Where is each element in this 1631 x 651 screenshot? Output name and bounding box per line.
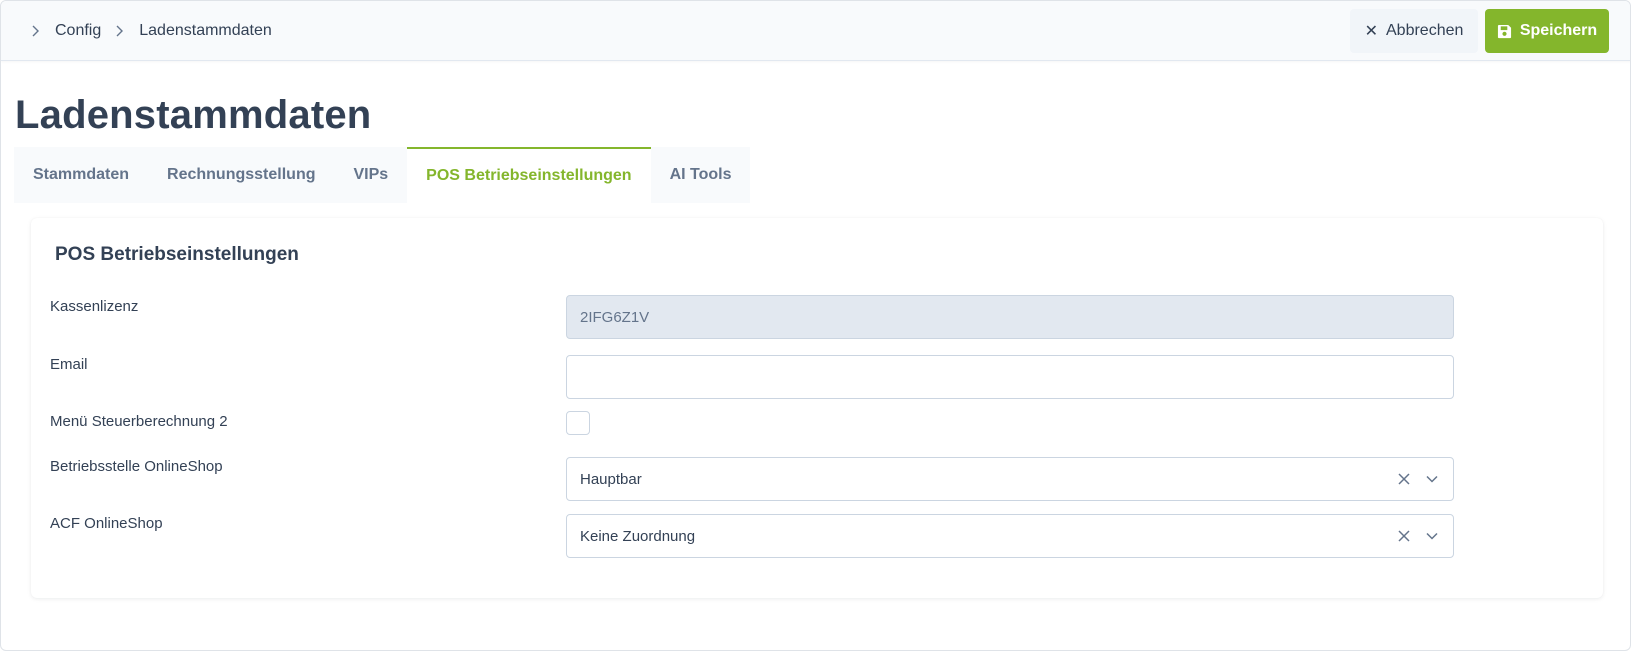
chevron-right-icon (29, 24, 43, 38)
chevron-down-icon[interactable] (1421, 525, 1443, 547)
breadcrumb-item-config[interactable]: Config (55, 22, 101, 40)
save-button-label: Speichern (1519, 22, 1598, 39)
menu-steuer-checkbox[interactable] (566, 411, 590, 435)
tab-bar: Stammdaten Rechnungsstellung VIPs POS Be… (14, 147, 751, 203)
kassenlizenz-label: Kassenlizenz (50, 298, 139, 315)
tab-ai-tools[interactable]: AI Tools (650, 147, 751, 203)
save-icon (1497, 24, 1511, 38)
menu-steuer-label: Menü Steuerberechnung 2 (50, 413, 228, 430)
breadcrumb-item-current: Ladenstammdaten (139, 22, 272, 39)
email-input[interactable] (580, 356, 1453, 398)
chevron-right-icon (113, 24, 127, 38)
tab-stammdaten[interactable]: Stammdaten (14, 147, 149, 203)
settings-card: POS Betriebseinstellungen Kassenlizenz 2… (31, 218, 1603, 598)
card-title: POS Betriebseinstellungen (55, 244, 299, 265)
chevron-down-icon[interactable] (1421, 468, 1443, 490)
kassenlizenz-field: 2IFG6Z1V (566, 295, 1454, 339)
close-icon: ✕ (1364, 23, 1378, 40)
betriebsstelle-label: Betriebsstelle OnlineShop (50, 458, 223, 475)
acf-select[interactable]: Keine Zuordnung (566, 514, 1454, 558)
kassenlizenz-value: 2IFG6Z1V (580, 308, 650, 326)
email-field[interactable] (566, 355, 1454, 399)
tab-vips[interactable]: VIPs (334, 147, 408, 203)
tab-rechnungsstellung[interactable]: Rechnungsstellung (148, 147, 335, 203)
betriebsstelle-value: Hauptbar (580, 470, 642, 488)
tab-pos-betriebseinstellungen[interactable]: POS Betriebseinstellungen (407, 147, 651, 203)
cancel-button-label: Abbrechen (1386, 22, 1464, 39)
page-title: Ladenstammdaten (15, 93, 372, 137)
top-bar: Config Ladenstammdaten ✕ Abbrechen Speic… (1, 1, 1630, 61)
clear-icon[interactable] (1393, 468, 1415, 490)
breadcrumb: Config Ladenstammdaten (29, 21, 284, 41)
betriebsstelle-select[interactable]: Hauptbar (566, 457, 1454, 501)
app-frame: Config Ladenstammdaten ✕ Abbrechen Speic… (0, 0, 1631, 651)
select-controls (1387, 458, 1443, 500)
acf-value: Keine Zuordnung (580, 527, 696, 545)
email-label: Email (50, 356, 88, 373)
save-button[interactable]: Speichern (1485, 9, 1609, 53)
cancel-button[interactable]: ✕ Abbrechen (1350, 9, 1478, 53)
clear-icon[interactable] (1393, 525, 1415, 547)
select-controls (1387, 515, 1443, 557)
acf-label: ACF OnlineShop (50, 515, 163, 532)
